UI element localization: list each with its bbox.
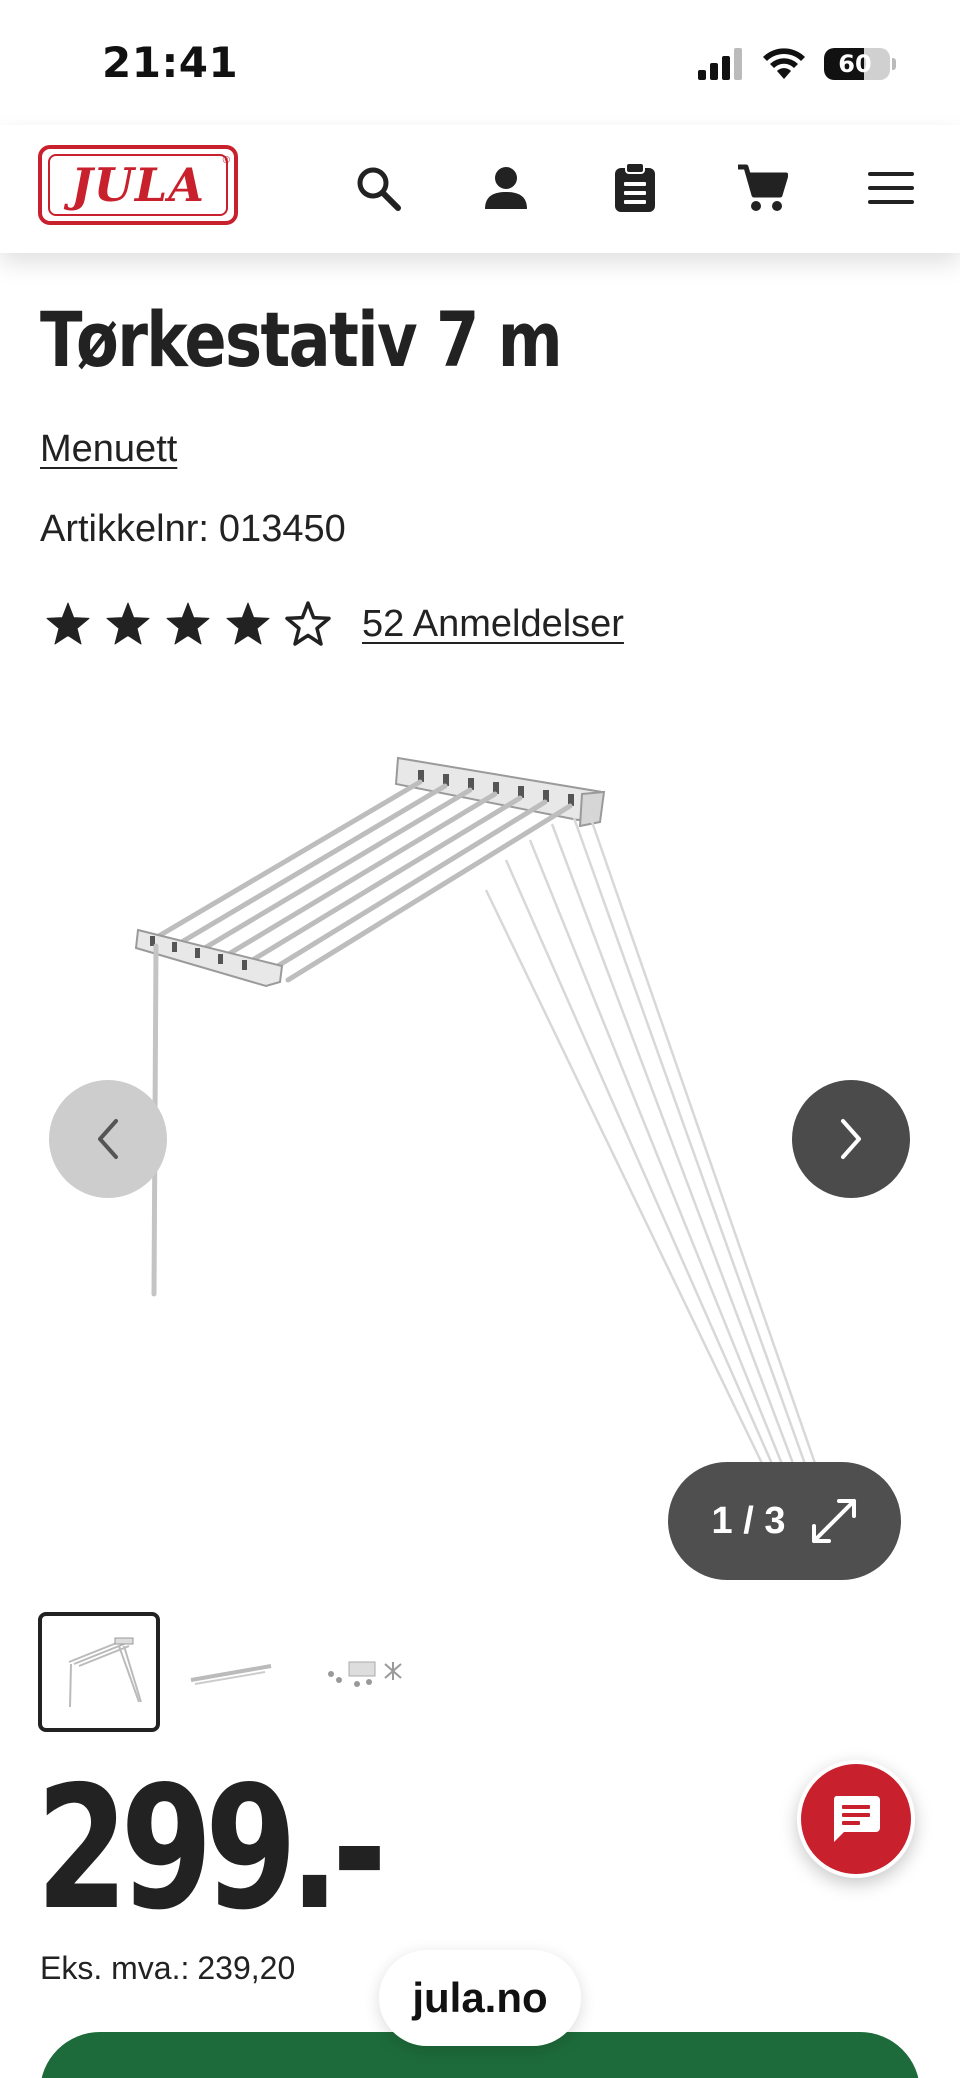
- status-bar: 21:41 60: [0, 0, 960, 125]
- thumbnail-image: [190, 1664, 272, 1685]
- star-filled-icon: [226, 602, 270, 645]
- jula-logo[interactable]: JULA ®: [38, 145, 238, 225]
- reviews-link[interactable]: 52 Anmeldelser: [362, 603, 624, 646]
- gallery-counter[interactable]: 1 / 3: [668, 1462, 901, 1580]
- signal-icon: [698, 48, 742, 80]
- rating-row[interactable]: 52 Anmeldelser: [44, 600, 624, 648]
- expand-icon: [812, 1499, 857, 1543]
- status-time: 21:41: [102, 38, 239, 87]
- rating-stars: [44, 600, 332, 648]
- account-icon[interactable]: [476, 158, 536, 218]
- thumbnail-image: [68, 1637, 142, 1708]
- brand-link[interactable]: Menuett: [40, 428, 177, 471]
- price: 299.-: [36, 1750, 387, 1948]
- thumbnail-strip: [38, 1612, 424, 1732]
- star-filled-icon: [46, 602, 90, 645]
- search-icon[interactable]: [348, 158, 408, 218]
- wifi-icon: [763, 48, 805, 79]
- star-filled-icon: [166, 602, 210, 645]
- menu-icon[interactable]: [861, 158, 921, 218]
- battery-tip: [892, 58, 896, 70]
- thumbnail-2[interactable]: [170, 1612, 292, 1732]
- sku-number: 013450: [218, 508, 346, 550]
- ex-vat-label: Eks. mva.:: [40, 1950, 190, 1986]
- star-empty-icon: [285, 601, 331, 646]
- status-icons: 60: [696, 44, 896, 84]
- thumbnail-3[interactable]: [302, 1612, 424, 1732]
- star-filled-icon: [106, 602, 150, 645]
- logo-text: JULA: [71, 158, 205, 212]
- sku-line: Artikkelnr: 013450: [40, 508, 346, 551]
- chat-button[interactable]: [797, 1760, 915, 1878]
- thumbnail-image: [328, 1661, 402, 1687]
- thumbnail-1[interactable]: [38, 1612, 160, 1732]
- gallery-counter-text: 1 / 3: [711, 1499, 786, 1542]
- ex-vat-price: Eks. mva.: 239,20: [40, 1950, 295, 1987]
- ex-vat-value: 239,20: [197, 1950, 296, 1986]
- image-gallery[interactable]: 1 / 3: [0, 700, 960, 1600]
- registered-mark: ®: [222, 155, 230, 166]
- battery-icon: 60: [824, 48, 890, 80]
- battery-level: 60: [838, 50, 872, 78]
- cart-icon[interactable]: [732, 158, 792, 218]
- clipboard-icon[interactable]: [605, 158, 665, 218]
- product-title: Tørkestativ 7 m: [40, 295, 563, 384]
- gallery-next-button[interactable]: [792, 1080, 910, 1198]
- sku-label: Artikkelnr:: [40, 508, 209, 550]
- gallery-prev-button[interactable]: [49, 1080, 167, 1198]
- chevron-left-icon: [98, 1119, 118, 1159]
- site-header: JULA ®: [0, 125, 960, 253]
- browser-url[interactable]: jula.no: [379, 1950, 581, 2046]
- chevron-right-icon: [841, 1119, 861, 1159]
- logo-inner: JULA: [48, 154, 228, 216]
- chat-icon: [833, 1796, 880, 1842]
